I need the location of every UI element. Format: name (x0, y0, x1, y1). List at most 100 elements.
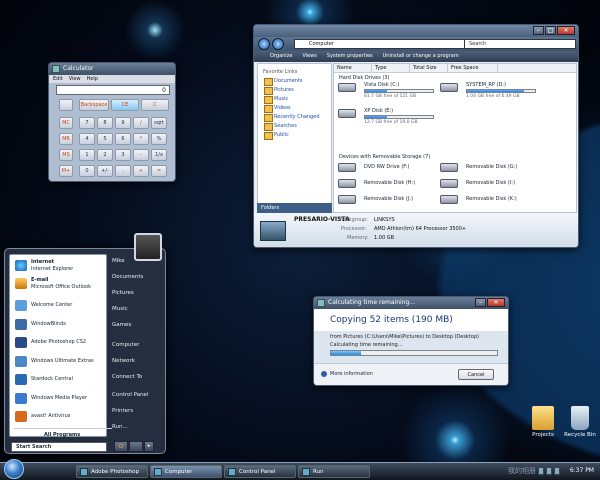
cancel-button[interactable]: Cancel (458, 369, 494, 380)
calc-key-9[interactable]: 6 (115, 133, 131, 145)
drive-0[interactable]: Vista Disk (C:) 81.7 GB free of 121 GB (338, 82, 448, 102)
start-right-item-4[interactable]: Games (112, 319, 131, 331)
calc-key-21[interactable]: . (115, 165, 131, 177)
calc-key-11[interactable]: % (151, 133, 167, 145)
col-total-size[interactable]: Total Size (410, 64, 448, 72)
removable-drive-3[interactable]: Removable Disk (I:) (440, 178, 550, 192)
maximize-button[interactable]: □ (545, 26, 556, 35)
program-5[interactable]: Windows Media Player (13, 390, 105, 407)
explorer-window[interactable]: – □ ✕ ‹ › Computer Search Organize Views S… (253, 24, 579, 248)
progress-minimize-button[interactable]: – (475, 298, 486, 307)
taskbar-run[interactable]: Run (298, 465, 370, 478)
shutdown-options-arrow-icon[interactable]: ▸ (144, 441, 154, 452)
removable-drive-4[interactable]: Removable Disk (J:) (338, 194, 448, 208)
copy-progress-dialog[interactable]: Calculating time remaining... – ✕ Copying… (313, 296, 509, 386)
calc-key-13[interactable]: 1 (79, 149, 95, 161)
removable-drive-0[interactable]: DVD RW Drive (F:) (338, 162, 448, 176)
calc-key-0[interactable]: MC (59, 117, 73, 129)
taskbar-computer[interactable]: Computer (150, 465, 222, 478)
calc-key-18[interactable]: M+ (59, 165, 73, 177)
calc-key-23[interactable]: = (151, 165, 167, 177)
fav-searches[interactable]: Searches (258, 122, 331, 131)
uninstall-button[interactable]: Uninstall or change a program (383, 51, 459, 62)
volume-icon[interactable] (546, 467, 552, 475)
start-right-item-7[interactable]: Connect To (112, 371, 142, 383)
backspace-button[interactable]: Backspace (79, 99, 109, 111)
start-right-item-9[interactable]: Printers (112, 405, 133, 417)
calc-key-14[interactable]: 2 (97, 149, 113, 161)
start-right-item-2[interactable]: Pictures (112, 287, 134, 299)
calc-key-20[interactable]: +/- (97, 165, 113, 177)
calc-key-15[interactable]: 3 (115, 149, 131, 161)
calc-key-7[interactable]: 4 (79, 133, 95, 145)
program-3[interactable]: Windows Ultimate Extras (13, 353, 105, 370)
all-programs-button[interactable]: All Programs (14, 428, 112, 440)
program-0[interactable]: Welcome Center (13, 297, 105, 314)
drive-2[interactable]: XP Disk (E:) 12.7 GB free of 19.0 GB (338, 108, 448, 128)
calc-key-5[interactable]: sqrt (151, 117, 167, 129)
network-icon[interactable] (538, 467, 544, 475)
calc-key-3[interactable]: 9 (115, 117, 131, 129)
menu-edit[interactable]: Edit (53, 75, 63, 83)
clock[interactable]: 6:37 PM (570, 467, 594, 474)
calc-key-16[interactable]: - (133, 149, 149, 161)
calc-key-2[interactable]: 8 (97, 117, 113, 129)
forward-button[interactable]: › (272, 38, 284, 50)
start-right-item-0[interactable]: Mike (112, 255, 125, 267)
col-type[interactable]: Type (372, 64, 410, 72)
fav-documents[interactable]: Documents (258, 77, 331, 86)
fav-music[interactable]: Music (258, 95, 331, 104)
more-information-toggle[interactable]: More information (321, 371, 373, 377)
calc-key-1[interactable]: 7 (79, 117, 95, 129)
start-orb-button[interactable] (4, 459, 24, 479)
folders-toggle[interactable]: Folders (257, 203, 332, 213)
start-right-item-10[interactable]: Run... (112, 421, 128, 433)
start-search-input[interactable]: Start Search (11, 442, 107, 452)
explorer-titlebar[interactable]: – □ ✕ (254, 25, 578, 37)
lock-icon[interactable] (129, 441, 143, 452)
fav-pictures[interactable]: Pictures (258, 86, 331, 95)
calc-key-22[interactable]: + (133, 165, 149, 177)
calc-key-6[interactable]: MR (59, 133, 73, 145)
tray-app-icon[interactable] (554, 467, 560, 475)
minimize-button[interactable]: – (533, 26, 544, 35)
fav-recently-changed[interactable]: Recently Changed (258, 113, 331, 122)
calc-key-8[interactable]: 5 (97, 133, 113, 145)
col-free-space[interactable]: Free Space (448, 64, 498, 72)
col-name[interactable]: Name (334, 64, 372, 72)
clear-button[interactable]: C (141, 99, 169, 111)
back-button[interactable]: ‹ (258, 38, 270, 50)
fav-videos[interactable]: Videos (258, 104, 331, 113)
start-right-item-3[interactable]: Music (112, 303, 128, 315)
organize-button[interactable]: Organize (270, 51, 292, 62)
calc-key-10[interactable]: * (133, 133, 149, 145)
taskbar-photoshop[interactable]: Adobe Photoshop (76, 465, 148, 478)
system-properties-button[interactable]: System properties (327, 51, 373, 62)
calculator-titlebar[interactable]: Calculator (49, 63, 175, 75)
power-icon[interactable]: ⏻ (114, 441, 128, 452)
calculator-window[interactable]: Calculator Edit View Help 0 Backspace CE… (48, 62, 176, 182)
program-1[interactable]: WindowBlinds (13, 316, 105, 333)
menu-help[interactable]: Help (87, 75, 98, 83)
pinned-internet[interactable]: Internet Internet Explorer (13, 257, 105, 274)
calc-key-12[interactable]: MS (59, 149, 73, 161)
desktop-icon-recycle-bin[interactable]: Recycle Bin (557, 406, 600, 438)
taskbar-control-panel[interactable]: Control Panel (224, 465, 296, 478)
pinned-email[interactable]: E-mail Microsoft Office Outlook (13, 275, 105, 292)
start-right-item-8[interactable]: Control Panel (112, 389, 148, 401)
start-right-item-6[interactable]: Network (112, 355, 135, 367)
progress-titlebar[interactable]: Calculating time remaining... – ✕ (314, 297, 508, 309)
start-right-item-5[interactable]: Computer (112, 339, 139, 351)
views-button[interactable]: Views (302, 51, 316, 62)
removable-drive-5[interactable]: Removable Disk (K:) (440, 194, 550, 208)
progress-close-button[interactable]: ✕ (487, 298, 505, 307)
start-right-item-1[interactable]: Documents (112, 271, 143, 283)
program-6[interactable]: avast! Antivirus (13, 408, 105, 425)
removable-drive-2[interactable]: Removable Disk (H:) (338, 178, 448, 192)
program-2[interactable]: Adobe Photoshop CS2 (13, 334, 105, 351)
calc-key-19[interactable]: 0 (79, 165, 95, 177)
calc-key-4[interactable]: / (133, 117, 149, 129)
ce-button[interactable]: CE (111, 99, 139, 111)
search-input[interactable]: Search (464, 39, 576, 49)
calc-key-17[interactable]: 1/x (151, 149, 167, 161)
